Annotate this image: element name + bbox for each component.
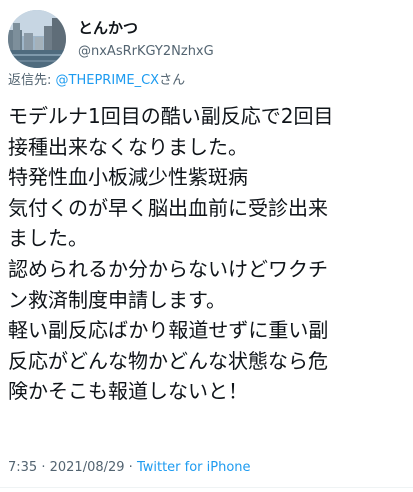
tweet-text-line: 認められるか分からないけどワクチ (8, 256, 328, 281)
meta-separator: · (124, 460, 137, 475)
tweet-date[interactable]: 2021/08/29 (50, 460, 125, 475)
tweet-card: とんかつ @nxAsRrKGY2NzhxG 返信先: @THEPRIME_CXさ… (0, 0, 413, 492)
tweet-text: モデルナ1回目の酷い副反応で2回目 接種出来なくなりました。 特発性血小板減少性… (8, 101, 408, 407)
avatar[interactable] (8, 10, 66, 68)
divider (0, 487, 413, 488)
tweet-text-line: 険かそこも報道しないと！ (8, 379, 248, 404)
reply-prefix: 返信先: (8, 73, 56, 88)
tweet-text-line: 特発性血小板減少性紫斑病 (8, 165, 248, 190)
tweet-header: とんかつ @nxAsRrKGY2NzhxG (8, 10, 214, 70)
tweet-text-line: 気付くのが早く脳出血前に受診出来 (8, 195, 328, 220)
tweet-text-line: ン救済制度申請します。 (8, 287, 226, 312)
tweet-source-link[interactable]: Twitter for iPhone (137, 460, 251, 475)
meta-separator: · (37, 460, 50, 475)
user-info: とんかつ @nxAsRrKGY2NzhxG (78, 19, 214, 61)
reply-suffix: さん (159, 73, 186, 88)
reply-context: 返信先: @THEPRIME_CXさん (8, 73, 185, 89)
reply-target-link[interactable]: @THEPRIME_CX (56, 73, 160, 88)
tweet-text-line: ました。 (8, 226, 88, 251)
tweet-text-line: 接種出来なくなりました。 (8, 134, 248, 159)
tweet-text-line: モデルナ1回目の酷い副反応で2回目 (8, 104, 334, 128)
display-name[interactable]: とんかつ (78, 19, 214, 38)
tweet-text-line: 軽い副反応ばかり報道せずに重い副 (8, 318, 329, 343)
avatar-image (8, 10, 66, 68)
tweet-time[interactable]: 7:35 (8, 460, 37, 475)
tweet-meta: 7:35 · 2021/08/29 · Twitter for iPhone (8, 459, 251, 477)
user-handle[interactable]: @nxAsRrKGY2NzhxG (78, 43, 214, 61)
tweet-text-line: 反応がどんな物かどんな状態なら危 (8, 348, 328, 373)
